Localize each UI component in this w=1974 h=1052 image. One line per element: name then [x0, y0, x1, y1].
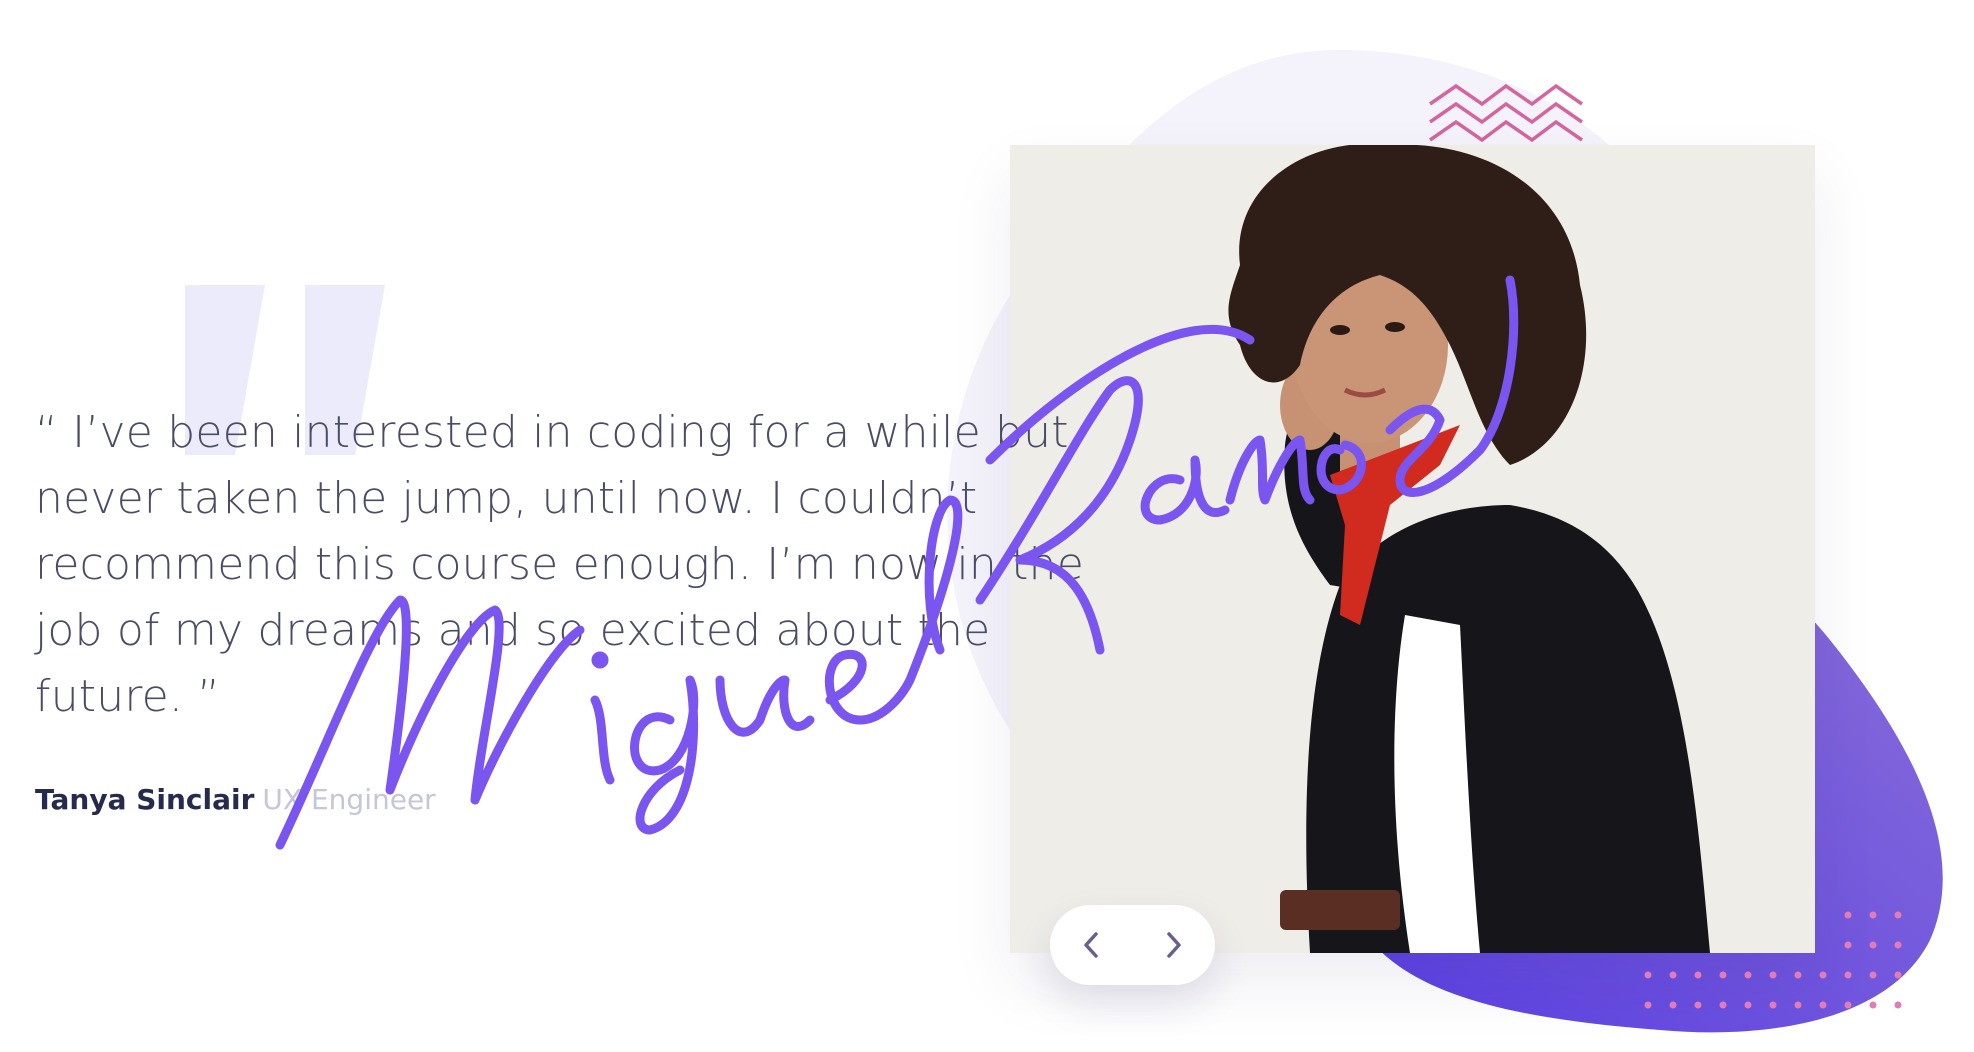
- zigzag-decoration: [1429, 83, 1583, 143]
- testimonial-section: “ I’ve been interested in coding for a w…: [0, 0, 1974, 1052]
- dot-grid-decoration: [1644, 911, 1902, 1009]
- testimonial-photo: [1010, 145, 1815, 953]
- slider-navigation: [1050, 905, 1215, 985]
- chevron-right-icon: [1167, 932, 1181, 958]
- testimonial-quote: “ I’ve been interested in coding for a w…: [35, 407, 1084, 722]
- next-button[interactable]: [1149, 920, 1199, 970]
- testimonial-author: Tanya Sinclair UX Engineer: [35, 780, 436, 820]
- author-role: UX Engineer: [262, 783, 436, 816]
- author-name: Tanya Sinclair: [35, 783, 255, 816]
- previous-button[interactable]: [1066, 920, 1116, 970]
- chevron-left-icon: [1084, 932, 1098, 958]
